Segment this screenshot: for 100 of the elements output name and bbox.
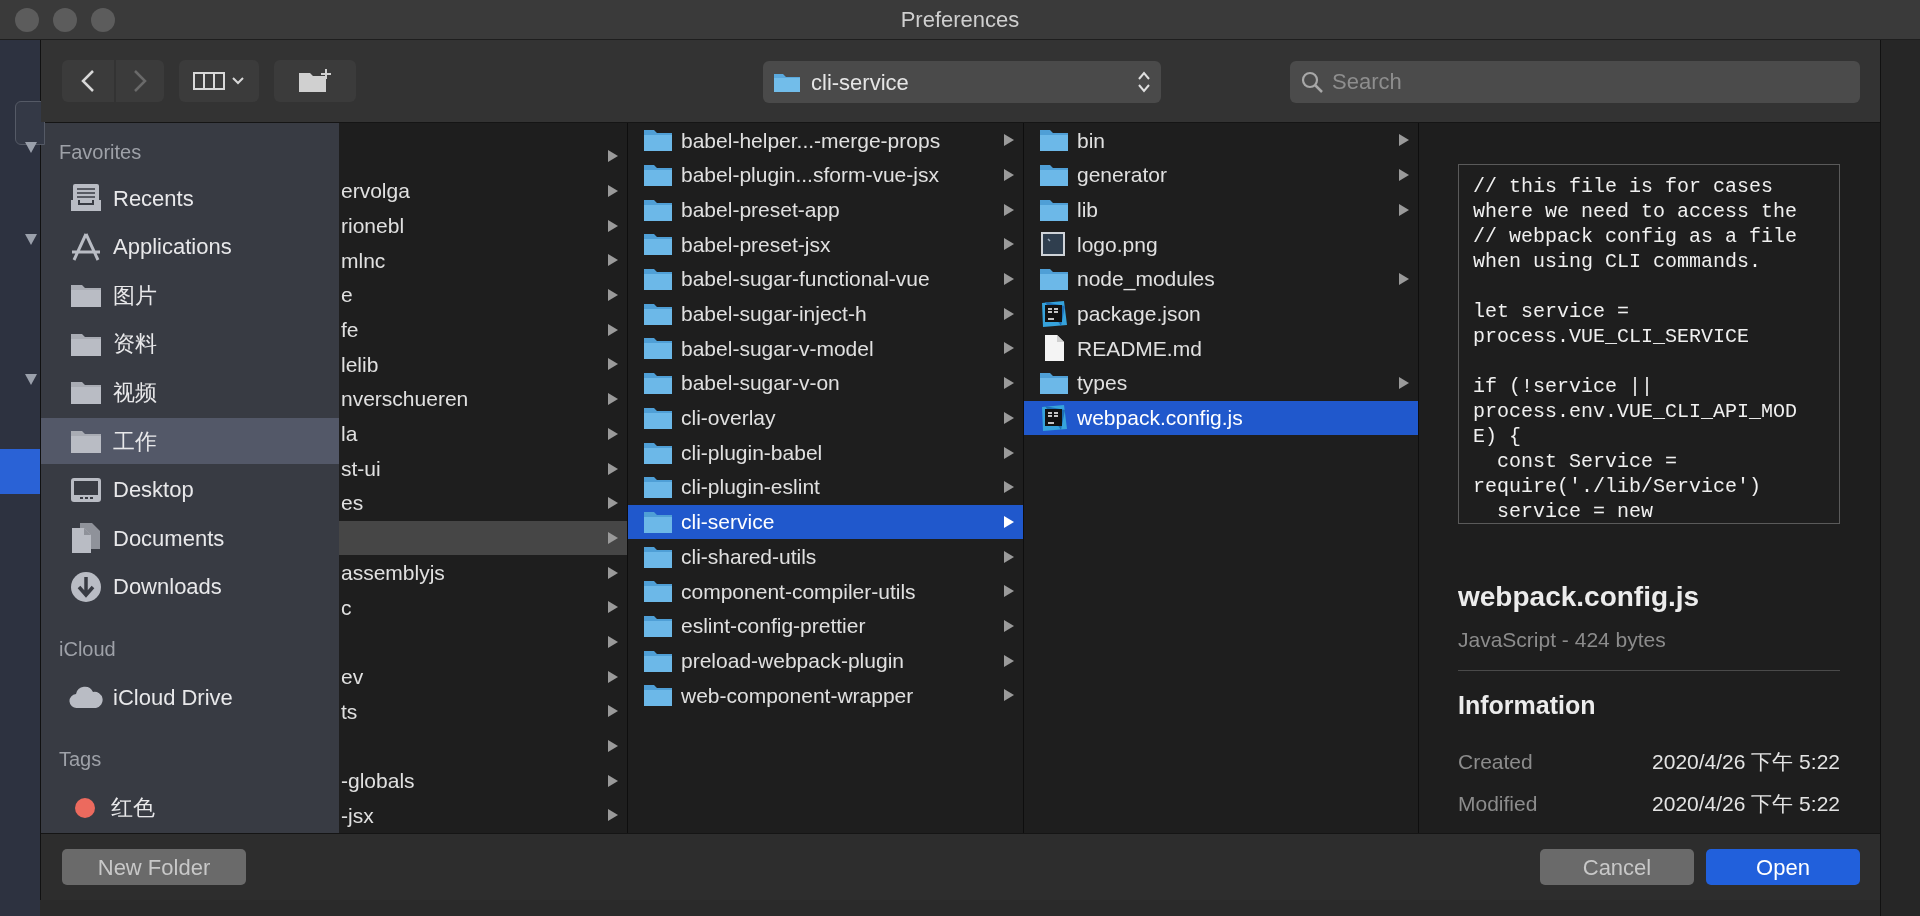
- sidebar-item[interactable]: iCloud Drive: [41, 673, 339, 721]
- sidebar-item[interactable]: 工作: [41, 417, 339, 465]
- chevron-right-icon: [1003, 202, 1015, 217]
- file-row[interactable]: lelib: [339, 347, 627, 382]
- file-row[interactable]: generator: [1024, 157, 1418, 193]
- file-row[interactable]: cli-overlay: [628, 400, 1023, 436]
- sidebar-item[interactable]: 视频: [41, 369, 339, 416]
- chevron-right-icon: [1003, 237, 1015, 252]
- file-row[interactable]: babel-preset-app: [628, 192, 1023, 228]
- folder-icon: [70, 282, 102, 309]
- chevron-right-icon: [1003, 168, 1015, 183]
- file-row[interactable]: nverschueren: [339, 381, 627, 417]
- chevron-right-icon: [1003, 688, 1015, 703]
- file-row[interactable]: la: [339, 416, 627, 452]
- file-row[interactable]: lib: [1024, 192, 1418, 228]
- chevron-right-icon: [1398, 133, 1410, 148]
- path-popup[interactable]: cli-service: [763, 61, 1161, 103]
- minimize-button[interactable]: [53, 8, 77, 32]
- folder-icon: [643, 336, 673, 361]
- file-row[interactable]: node_modules: [1024, 261, 1418, 297]
- sidebar-item[interactable]: Documents: [41, 514, 339, 562]
- file-row[interactable]: ev: [339, 659, 627, 694]
- chevron-right-icon: [1003, 480, 1015, 495]
- chevron-right-icon: [1398, 376, 1410, 391]
- chevron-right-icon: [1003, 272, 1015, 287]
- file-row[interactable]: -jsx: [339, 798, 627, 833]
- file-row[interactable]: logo.png: [1024, 227, 1418, 262]
- chevron-right-icon: [607, 184, 619, 199]
- open-button[interactable]: Open: [1706, 849, 1860, 885]
- folder-icon: [1039, 371, 1069, 396]
- sidebar-item[interactable]: 图片: [41, 272, 339, 319]
- disclosure-triangle-icon: [24, 140, 38, 154]
- file-row[interactable]: types: [1024, 365, 1418, 401]
- file-row[interactable]: cli-plugin-eslint: [628, 469, 1023, 505]
- up-down-chevron-icon: [1137, 69, 1151, 95]
- file-row[interactable]: cli-service: [628, 504, 1023, 540]
- zoom-button[interactable]: [91, 8, 115, 32]
- chevron-right-icon: [1003, 341, 1015, 356]
- file-row[interactable]: webpack.config.js: [1024, 400, 1418, 436]
- file-row[interactable]: README.md: [1024, 331, 1418, 366]
- file-row[interactable]: cli-plugin-babel: [628, 435, 1023, 470]
- file-row[interactable]: st-ui: [339, 451, 627, 486]
- sidebar-item[interactable]: Recents: [41, 175, 339, 222]
- file-row[interactable]: assemblyjs: [339, 555, 627, 590]
- folder-icon: [773, 71, 801, 93]
- file-row[interactable]: mlnc: [339, 243, 627, 278]
- file-row[interactable]: bin: [1024, 123, 1418, 158]
- file-row[interactable]: babel-preset-jsx: [628, 227, 1023, 262]
- close-button[interactable]: [15, 8, 39, 32]
- file-row[interactable]: [339, 520, 627, 556]
- chevron-right-icon: [133, 69, 147, 93]
- file-row[interactable]: c: [339, 589, 627, 625]
- file-row[interactable]: babel-sugar-v-model: [628, 331, 1023, 366]
- file-row[interactable]: ts: [339, 694, 627, 729]
- file-row[interactable]: ervolga: [339, 173, 627, 209]
- folder-plus-icon: [298, 68, 332, 94]
- disclosure-triangle-icon: [24, 232, 38, 246]
- chevron-right-icon: [607, 634, 619, 649]
- folder-icon: [1039, 267, 1069, 292]
- folder-icon: [643, 440, 673, 465]
- file-row[interactable]: web-component-wrapper: [628, 678, 1023, 713]
- file-row[interactable]: babel-sugar-v-on: [628, 365, 1023, 401]
- chevron-right-icon: [1003, 445, 1015, 460]
- view-mode-button[interactable]: [179, 60, 259, 102]
- file-row[interactable]: package.json: [1024, 296, 1418, 332]
- search-icon: [1300, 70, 1324, 94]
- chevron-right-icon: [1003, 514, 1015, 529]
- file-row[interactable]: eslint-config-prettier: [628, 608, 1023, 644]
- chevron-right-icon: [1003, 653, 1015, 668]
- file-row[interactable]: babel-helper...-merge-props: [628, 123, 1023, 158]
- sidebar-item[interactable]: Downloads: [41, 563, 339, 610]
- chevron-right-icon: [1003, 584, 1015, 599]
- file-row[interactable]: rionebl: [339, 208, 627, 244]
- chevron-right-icon: [607, 288, 619, 303]
- chevron-right-icon: [607, 322, 619, 337]
- file-row[interactable]: babel-sugar-functional-vue: [628, 261, 1023, 297]
- folder-icon: [70, 379, 102, 406]
- file-row[interactable]: e: [339, 277, 627, 313]
- chevron-right-icon: [607, 530, 619, 545]
- file-row[interactable]: cli-shared-utils: [628, 539, 1023, 574]
- file-row[interactable]: component-compiler-utils: [628, 573, 1023, 609]
- sidebar-item[interactable]: 资料: [41, 320, 339, 368]
- file-row[interactable]: -globals: [339, 763, 627, 799]
- folder-icon: [643, 683, 673, 708]
- folder-icon: [643, 371, 673, 396]
- file-row[interactable]: babel-plugin...sform-vue-jsx: [628, 157, 1023, 193]
- file-row[interactable]: es: [339, 485, 627, 521]
- back-button[interactable]: [62, 60, 114, 102]
- chevron-right-icon: [607, 704, 619, 719]
- folder-icon: [643, 128, 673, 153]
- chevron-right-icon: [1003, 549, 1015, 564]
- search-field[interactable]: Search: [1290, 61, 1860, 103]
- file-row[interactable]: babel-sugar-inject-h: [628, 296, 1023, 332]
- file-row[interactable]: fe: [339, 312, 627, 348]
- file-row[interactable]: preload-webpack-plugin: [628, 643, 1023, 678]
- sidebar-item[interactable]: 红色: [41, 784, 339, 831]
- sidebar-item[interactable]: Applications: [41, 223, 339, 271]
- folder-icon: [643, 163, 673, 188]
- new-folder-button[interactable]: [274, 60, 356, 102]
- sidebar-item[interactable]: Desktop: [41, 466, 339, 513]
